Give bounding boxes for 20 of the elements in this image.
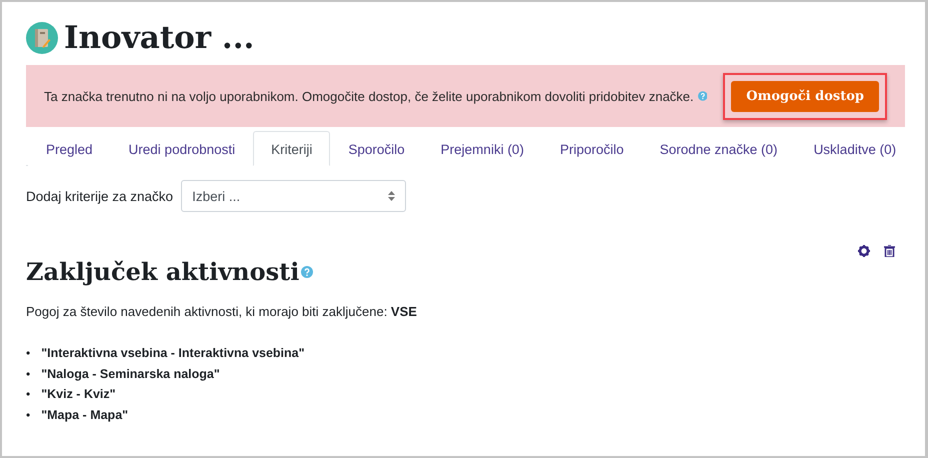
criteria-label: Dodaj kriterije za značko — [26, 188, 174, 204]
page-title: Inovator ... — [64, 20, 254, 56]
activity-item: "Naloga - Seminarska naloga" — [41, 366, 220, 383]
bullet: • — [26, 386, 30, 403]
bullet: • — [26, 345, 30, 362]
section-heading: Zaključek aktivnosti — [26, 257, 300, 286]
bullet: • — [26, 366, 30, 382]
alert-message: Ta značka trenutno ni na voljo uporabnikom. Omogočite dostop, če želite uporabnikom dovoliti pridobitev značke. — [44, 88, 694, 104]
bullet: • — [26, 406, 30, 424]
sort-caret-icon — [388, 191, 396, 201]
condition-text: Pogoj za število navedenih aktivnosti, ki morajo biti zaključene: VSE — [26, 304, 418, 319]
tab[interactable]: Kriteriji — [253, 131, 330, 166]
activity-item: "Mapa - Mapa" — [41, 406, 128, 424]
delete-icon[interactable] — [884, 245, 895, 257]
notebook-icon — [26, 22, 58, 54]
enable-access-button[interactable]: Omogoči dostop — [731, 80, 879, 112]
settings-icon[interactable] — [858, 245, 870, 257]
activity-item: "Kviz - Kviz" — [41, 386, 116, 403]
criteria-select[interactable]: Izberi ... — [181, 180, 406, 212]
activity-item: "Interaktivna vsebina - Interaktivna vsebina" — [41, 345, 305, 362]
